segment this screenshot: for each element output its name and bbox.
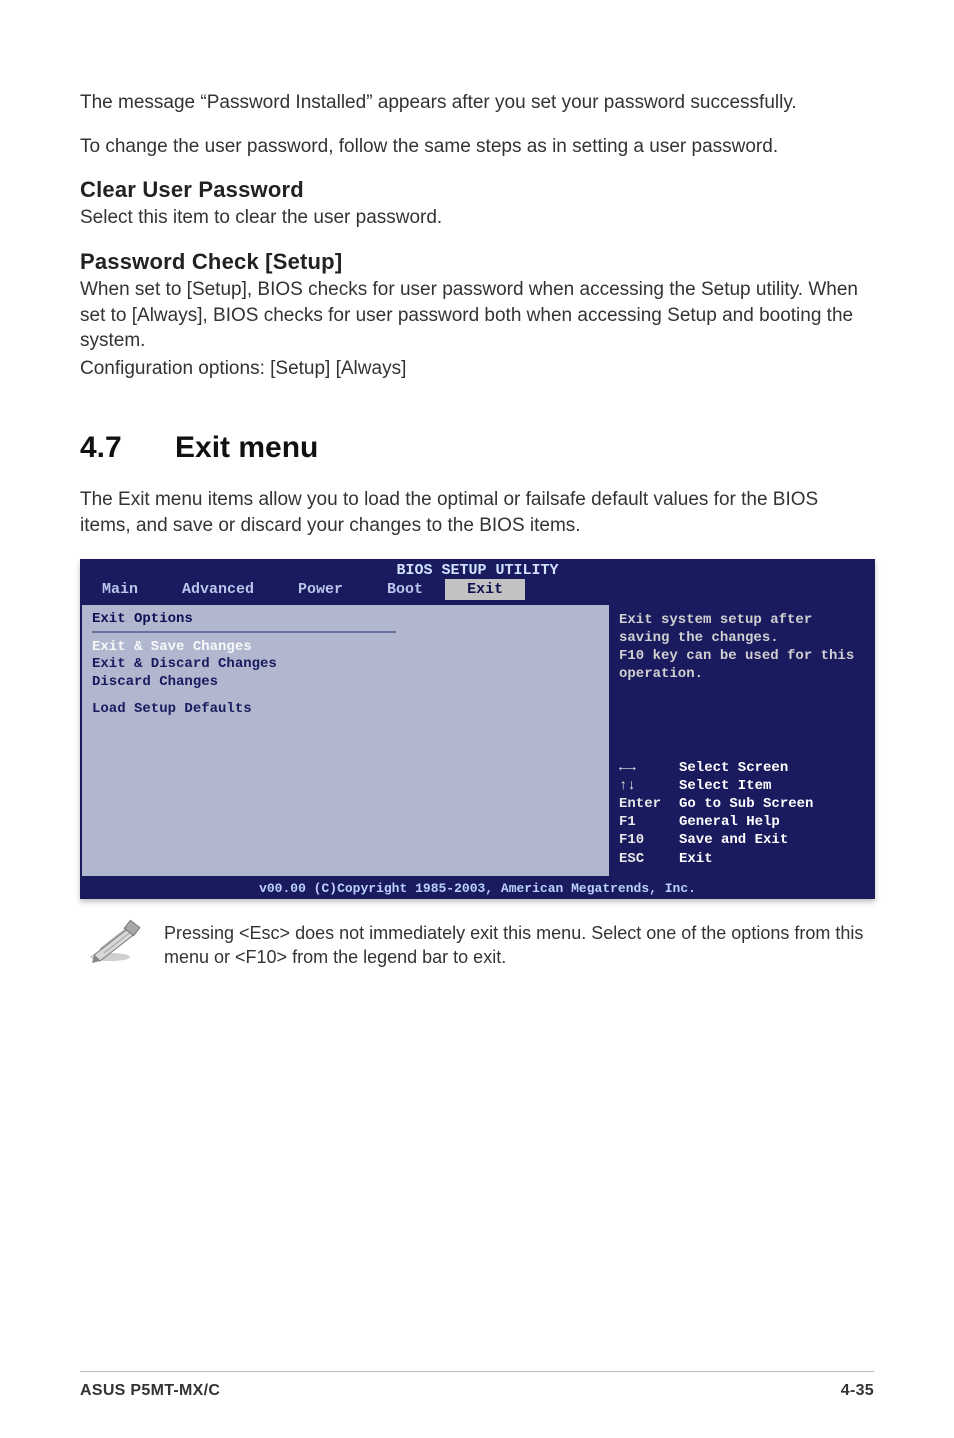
- bios-key-arrows-lr: ←→: [619, 759, 679, 777]
- bios-divider: [92, 631, 396, 633]
- bios-key-desc-select-item: Select Item: [679, 777, 771, 795]
- footer-product: ASUS P5MT-MX/C: [80, 1382, 220, 1400]
- bios-key-esc: ESC: [619, 850, 679, 868]
- bios-item-load-defaults: Load Setup Defaults: [92, 701, 599, 719]
- bios-key-desc-exit: Exit: [679, 850, 713, 868]
- password-check-body-1: When set to [Setup], BIOS checks for use…: [80, 277, 874, 354]
- section-number: 4.7: [80, 431, 175, 465]
- bios-tab-advanced: Advanced: [160, 579, 276, 600]
- note-text: Pressing <Esc> does not immediately exit…: [164, 919, 874, 970]
- bios-help-text: Exit system setup after saving the chang…: [619, 611, 865, 684]
- bios-title: BIOS SETUP UTILITY: [80, 559, 875, 579]
- exit-menu-intro: The Exit menu items allow you to load th…: [80, 487, 874, 538]
- bios-item-discard: Discard Changes: [92, 674, 599, 692]
- bios-key-f10: F10: [619, 831, 679, 849]
- heading-exit-menu: 4.7Exit menu: [80, 431, 874, 465]
- clear-user-password-body: Select this item to clear the user passw…: [80, 205, 874, 231]
- bios-tab-boot: Boot: [365, 579, 445, 600]
- page-footer: ASUS P5MT-MX/C 4-35: [80, 1371, 874, 1400]
- bios-key-arrows-ud: ↑↓: [619, 777, 679, 795]
- bios-tab-main: Main: [80, 579, 160, 600]
- bios-key-desc-help: General Help: [679, 813, 780, 831]
- bios-key-desc-sub-screen: Go to Sub Screen: [679, 795, 813, 813]
- bios-right-panel: Exit system setup after saving the chang…: [610, 603, 875, 878]
- pencil-icon: [86, 919, 146, 963]
- bios-screenshot: BIOS SETUP UTILITY Main Advanced Power B…: [80, 559, 875, 899]
- bios-key-desc-save-exit: Save and Exit: [679, 831, 788, 849]
- bios-key-desc-select-screen: Select Screen: [679, 759, 788, 777]
- heading-password-check: Password Check [Setup]: [80, 249, 874, 275]
- note-block: Pressing <Esc> does not immediately exit…: [80, 919, 874, 970]
- bios-key-enter: Enter: [619, 795, 679, 813]
- bios-item-exit-save: Exit & Save Changes: [92, 639, 599, 657]
- bios-key-f1: F1: [619, 813, 679, 831]
- heading-clear-user-password: Clear User Password: [80, 177, 874, 203]
- bios-body: Exit Options Exit & Save Changes Exit & …: [80, 603, 875, 878]
- password-check-body-2: Configuration options: [Setup] [Always]: [80, 356, 874, 382]
- bios-copyright: v00.00 (C)Copyright 1985-2003, American …: [80, 878, 875, 899]
- bios-tab-exit: Exit: [445, 579, 525, 600]
- bios-item-exit-discard: Exit & Discard Changes: [92, 656, 599, 674]
- intro-paragraph-2: To change the user password, follow the …: [80, 134, 874, 160]
- section-title: Exit menu: [175, 431, 318, 464]
- bios-tab-power: Power: [276, 579, 365, 600]
- bios-panel-title: Exit Options: [92, 611, 599, 627]
- footer-page-number: 4-35: [841, 1382, 874, 1400]
- intro-paragraph-1: The message “Password Installed” appears…: [80, 90, 874, 116]
- bios-menubar: Main Advanced Power Boot Exit: [80, 579, 875, 603]
- bios-left-panel: Exit Options Exit & Save Changes Exit & …: [80, 603, 610, 878]
- bios-key-legend: ←→Select Screen ↑↓Select Item EnterGo to…: [619, 759, 865, 868]
